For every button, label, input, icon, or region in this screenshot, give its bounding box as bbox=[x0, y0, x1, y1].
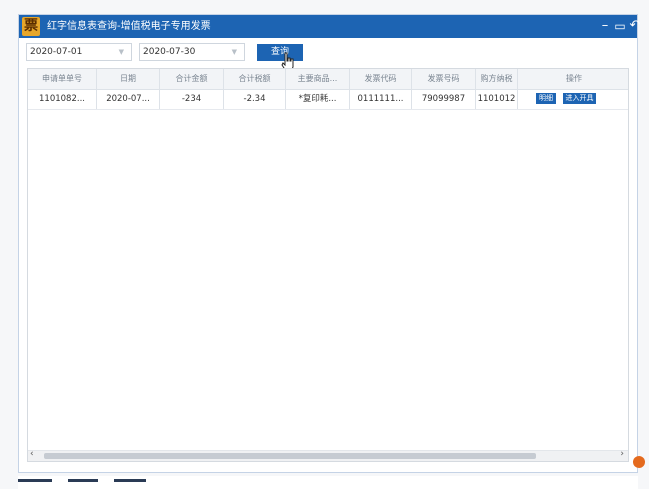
detail-button[interactable]: 明细 bbox=[536, 93, 556, 104]
table-cell: 1101012 bbox=[476, 89, 518, 109]
end-date-value: 2020-07-30 bbox=[143, 47, 196, 57]
corner-widget-icon[interactable] bbox=[633, 456, 645, 468]
column-header[interactable]: 发票代码 bbox=[350, 69, 412, 89]
table-cell: -234 bbox=[160, 89, 224, 109]
maximize-icon[interactable]: ▭ bbox=[613, 18, 627, 34]
issue-invoice-button[interactable]: 进入开具 bbox=[563, 93, 596, 104]
column-header[interactable]: 购方纳税 bbox=[476, 69, 518, 89]
start-date-picker[interactable]: 2020-07-01 ▼ bbox=[26, 43, 132, 61]
invoice-app-icon: 票 bbox=[22, 17, 40, 36]
window-title: 红字信息表查询-增值税电子专用发票 bbox=[47, 21, 211, 32]
column-header[interactable]: 主要商品... bbox=[286, 69, 350, 89]
column-header[interactable]: 发票号码 bbox=[412, 69, 476, 89]
scroll-right-icon[interactable]: › bbox=[620, 449, 624, 459]
strip-segment bbox=[18, 479, 52, 482]
chevron-down-icon[interactable]: ▼ bbox=[119, 44, 124, 60]
column-header: 操作 bbox=[566, 74, 582, 83]
query-button[interactable]: 查询 bbox=[257, 44, 303, 61]
column-header[interactable]: 合计金额 bbox=[160, 69, 224, 89]
column-header[interactable]: 日期 bbox=[97, 69, 160, 89]
table-cell: 0111111... bbox=[350, 89, 412, 109]
title-bar: 票 红字信息表查询-增值税电子专用发票 – ▭ ↶ bbox=[19, 15, 640, 38]
table-header: 申请单单号 日期 合计金额 合计税额 主要商品... 发票代码 发票号码 购方纳… bbox=[28, 69, 628, 90]
end-date-picker[interactable]: 2020-07-30 ▼ bbox=[139, 43, 245, 61]
app-window: 票 红字信息表查询-增值税电子专用发票 – ▭ ↶ 2020-07-01 ▼ 2… bbox=[18, 14, 640, 473]
minimize-icon[interactable]: – bbox=[598, 18, 612, 34]
strip-segment bbox=[68, 479, 98, 482]
column-header[interactable]: 合计税额 bbox=[224, 69, 286, 89]
table-cell: *复印耗... bbox=[286, 89, 350, 109]
action-cell: 明细 进入开具 bbox=[518, 89, 628, 109]
start-date-value: 2020-07-01 bbox=[30, 47, 83, 57]
column-header[interactable]: 申请单单号 bbox=[28, 69, 97, 89]
table-cell: 2020-07... bbox=[97, 89, 160, 109]
table-cell: -2.34 bbox=[224, 89, 286, 109]
chevron-down-icon[interactable]: ▼ bbox=[232, 44, 237, 60]
table-cell: 79099987 bbox=[412, 89, 476, 109]
horizontal-scrollbar[interactable]: ‹ › bbox=[28, 449, 628, 461]
strip-segment bbox=[114, 479, 146, 482]
scrollbar-thumb[interactable] bbox=[44, 453, 536, 459]
filter-toolbar: 2020-07-01 ▼ 2020-07-30 ▼ 查询 bbox=[19, 38, 637, 72]
bottom-strip bbox=[18, 476, 638, 489]
scroll-left-icon[interactable]: ‹ bbox=[30, 449, 34, 459]
back-icon[interactable]: ↶ bbox=[628, 18, 642, 34]
table-row[interactable]: 1101082... 2020-07... -234 -2.34 *复印耗...… bbox=[28, 89, 628, 110]
results-table: 申请单单号 日期 合计金额 合计税额 主要商品... 发票代码 发票号码 购方纳… bbox=[27, 68, 629, 462]
table-cell: 1101082... bbox=[28, 89, 97, 109]
